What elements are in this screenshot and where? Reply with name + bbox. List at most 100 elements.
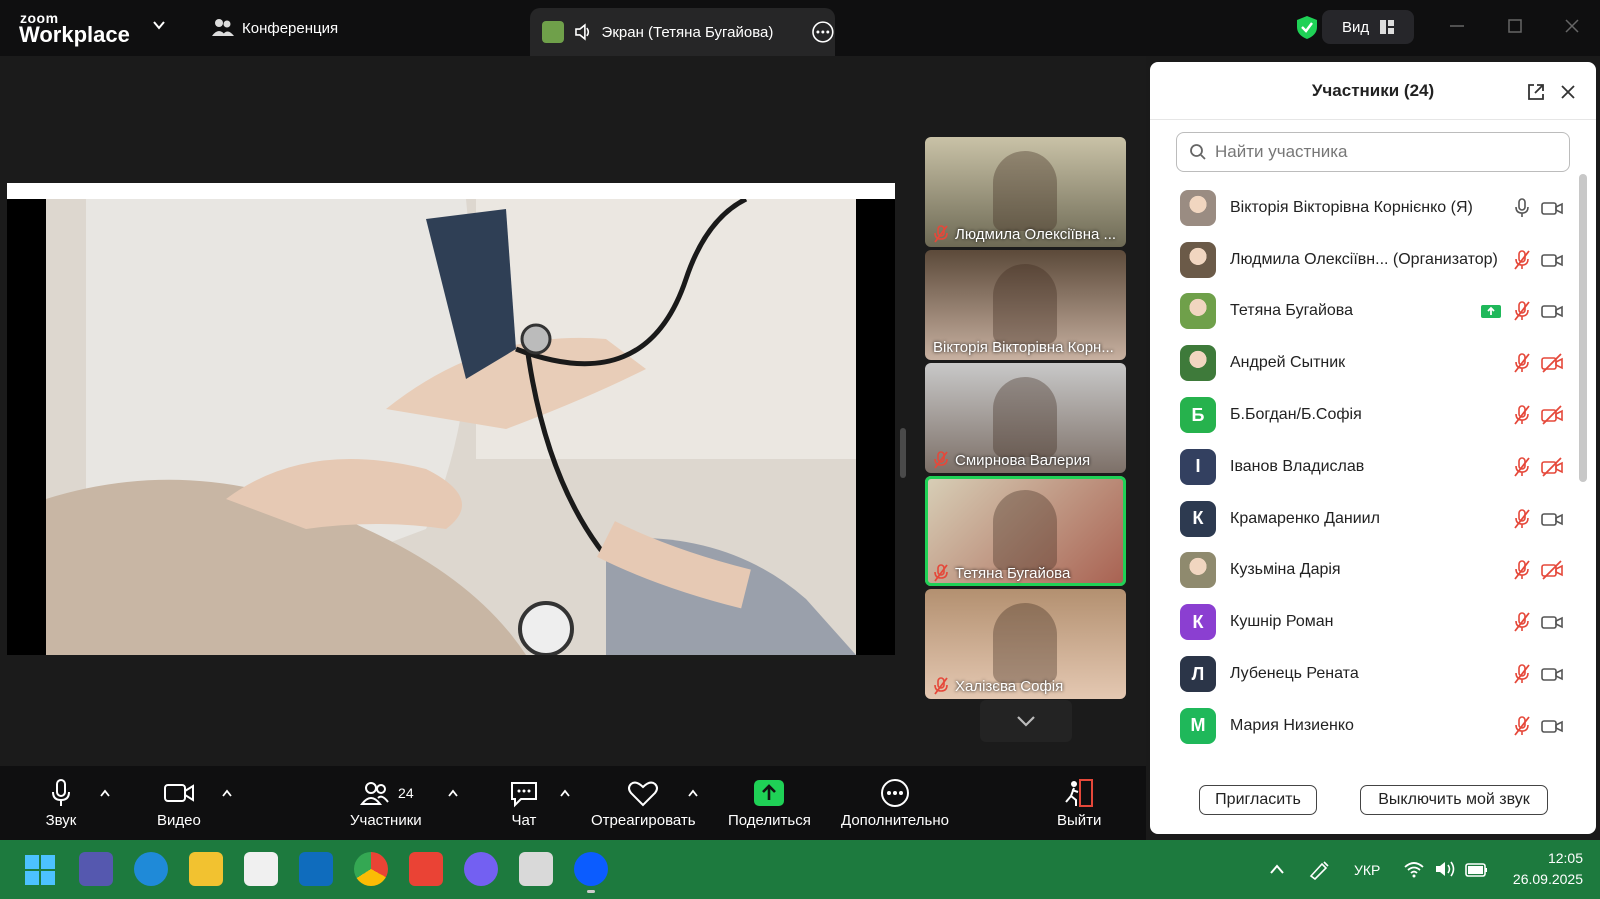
minimize-icon[interactable]	[1447, 16, 1467, 36]
audio-button[interactable]: Звук	[44, 778, 78, 829]
video-tile[interactable]: Халізєва Софія	[925, 589, 1126, 699]
participant-search-input[interactable]: Найти участника	[1176, 132, 1570, 172]
teams-icon[interactable]	[79, 852, 113, 886]
shared-screen[interactable]	[7, 183, 895, 657]
muted-mic-icon[interactable]	[1511, 559, 1533, 581]
video-camera-icon[interactable]	[1541, 249, 1563, 271]
pen-tablet-icon[interactable]	[1308, 858, 1334, 880]
participant-row[interactable]: К Крамаренко Даниил	[1150, 493, 1590, 545]
video-tile-name-text: Вікторія Вікторівна Корн...	[933, 339, 1114, 356]
chat-button[interactable]: Чат	[507, 778, 541, 829]
participants-button[interactable]: 24 Участники	[350, 778, 422, 829]
participant-row[interactable]: Людмила Олексіївн... (Организатор)	[1150, 234, 1590, 286]
muted-mic-icon[interactable]	[1511, 508, 1533, 530]
participant-row[interactable]: І Іванов Владислав	[1150, 441, 1590, 493]
muted-mic-icon[interactable]	[1511, 663, 1533, 685]
close-window-icon[interactable]	[1562, 16, 1582, 36]
gallery-resize-handle[interactable]	[900, 428, 906, 478]
video-tile[interactable]: Тетяна Бугайова	[925, 476, 1126, 586]
video-camera-icon[interactable]	[1541, 197, 1563, 219]
meeting-info-button[interactable]: Конференция	[212, 18, 338, 38]
zoom-app-icon[interactable]	[574, 852, 608, 886]
muted-mic-icon[interactable]	[1511, 611, 1533, 633]
meeting-label: Конференция	[242, 19, 339, 37]
muted-mic-icon[interactable]	[1511, 404, 1533, 426]
participant-row[interactable]: Вікторія Вікторівна Корнієнко (Я)	[1150, 182, 1590, 234]
video-tile[interactable]: Смирнова Валерия	[925, 363, 1126, 473]
participant-name: Лубенець Рената	[1230, 665, 1359, 683]
people-icon	[212, 19, 234, 36]
gallery-next-button[interactable]	[980, 700, 1072, 742]
pop-out-icon[interactable]	[1526, 82, 1546, 102]
participant-row[interactable]: Андрей Сытник	[1150, 337, 1590, 389]
microphone-icon[interactable]	[1511, 197, 1533, 219]
snipping-tool-icon[interactable]	[519, 852, 553, 886]
leave-button[interactable]: Выйти	[1057, 778, 1101, 829]
encryption-shield-icon[interactable]	[1294, 14, 1320, 40]
microsoft-store-icon[interactable]	[244, 852, 278, 886]
gmail-icon[interactable]	[409, 852, 443, 886]
video-off-icon[interactable]	[1541, 456, 1563, 478]
maximize-icon[interactable]	[1505, 16, 1525, 36]
muted-mic-icon[interactable]	[1511, 456, 1533, 478]
close-panel-icon[interactable]	[1559, 83, 1577, 101]
chrome-icon[interactable]	[354, 852, 388, 886]
file-explorer-icon[interactable]	[189, 852, 223, 886]
shared-image	[46, 196, 856, 657]
video-options-caret-icon[interactable]	[221, 788, 233, 798]
wifi-icon[interactable]	[1403, 860, 1425, 878]
video-tile[interactable]: Людмила Олексіївна ...	[925, 137, 1126, 247]
muted-mic-icon[interactable]	[1511, 352, 1533, 374]
muted-mic-icon[interactable]	[1511, 300, 1533, 322]
ellipsis-icon[interactable]	[811, 20, 835, 44]
video-off-icon[interactable]	[1541, 404, 1563, 426]
view-button[interactable]: Вид	[1322, 10, 1414, 44]
video-button[interactable]: Видео	[157, 778, 201, 829]
share-screen-icon	[754, 780, 785, 806]
participant-row[interactable]: К Кушнір Роман	[1150, 596, 1590, 648]
participant-avatar-initial: Б	[1180, 397, 1216, 434]
more-button[interactable]: Дополнительно	[841, 778, 949, 829]
view-label: Вид	[1342, 18, 1370, 36]
share-button[interactable]: Поделиться	[728, 778, 811, 829]
clock-time[interactable]: 12:05	[1505, 850, 1583, 866]
muted-mic-icon[interactable]	[1511, 715, 1533, 737]
video-off-icon[interactable]	[1541, 352, 1563, 374]
battery-icon[interactable]	[1465, 860, 1489, 878]
muted-mic-icon[interactable]	[1511, 249, 1533, 271]
participant-row[interactable]: Б Б.Богдан/Б.Софія	[1150, 389, 1590, 441]
audio-options-caret-icon[interactable]	[99, 788, 111, 798]
mute-me-button[interactable]: Выключить мой звук	[1360, 785, 1548, 815]
participant-row[interactable]: Л Лубенець Рената	[1150, 648, 1590, 700]
video-camera-icon[interactable]	[1541, 508, 1563, 530]
video-camera-icon[interactable]	[1541, 300, 1563, 322]
video-camera-icon[interactable]	[1541, 663, 1563, 685]
invite-button[interactable]: Пригласить	[1199, 785, 1317, 815]
outlook-icon[interactable]	[299, 852, 333, 886]
edge-icon[interactable]	[134, 852, 168, 886]
chevron-down-icon[interactable]	[152, 18, 166, 32]
viber-icon[interactable]	[464, 852, 498, 886]
leave-label: Выйти	[1057, 812, 1102, 829]
react-options-caret-icon[interactable]	[687, 788, 699, 798]
participant-row[interactable]: Тетяна Бугайова	[1150, 286, 1590, 338]
video-camera-icon[interactable]	[1541, 611, 1563, 633]
chevron-up-icon[interactable]	[1269, 862, 1285, 876]
windows-start-icon[interactable]	[24, 854, 56, 886]
chat-options-caret-icon[interactable]	[559, 788, 571, 798]
share-screen-tab[interactable]: Экран (Тетяна Бугайова)	[530, 8, 835, 56]
participants-options-caret-icon[interactable]	[447, 788, 459, 798]
participant-list: Вікторія Вікторівна Корнієнко (Я) Людмила…	[1150, 182, 1590, 770]
logo-workplace: Workplace	[19, 22, 130, 47]
video-tile[interactable]: Вікторія Вікторівна Корн...	[925, 250, 1126, 360]
video-camera-icon[interactable]	[1541, 715, 1563, 737]
video-off-icon[interactable]	[1541, 559, 1563, 581]
react-button[interactable]: Отреагировать	[591, 778, 696, 829]
participant-row[interactable]: Кузьміна Дарія	[1150, 545, 1590, 597]
participant-row[interactable]: М Мария Низиенко	[1150, 700, 1590, 752]
participant-list-scrollbar[interactable]	[1579, 174, 1587, 482]
volume-icon[interactable]	[1434, 859, 1456, 879]
language-indicator[interactable]: УКР	[1354, 862, 1380, 878]
clock-date[interactable]: 26.09.2025	[1505, 871, 1583, 887]
search-placeholder: Найти участника	[1215, 142, 1348, 161]
